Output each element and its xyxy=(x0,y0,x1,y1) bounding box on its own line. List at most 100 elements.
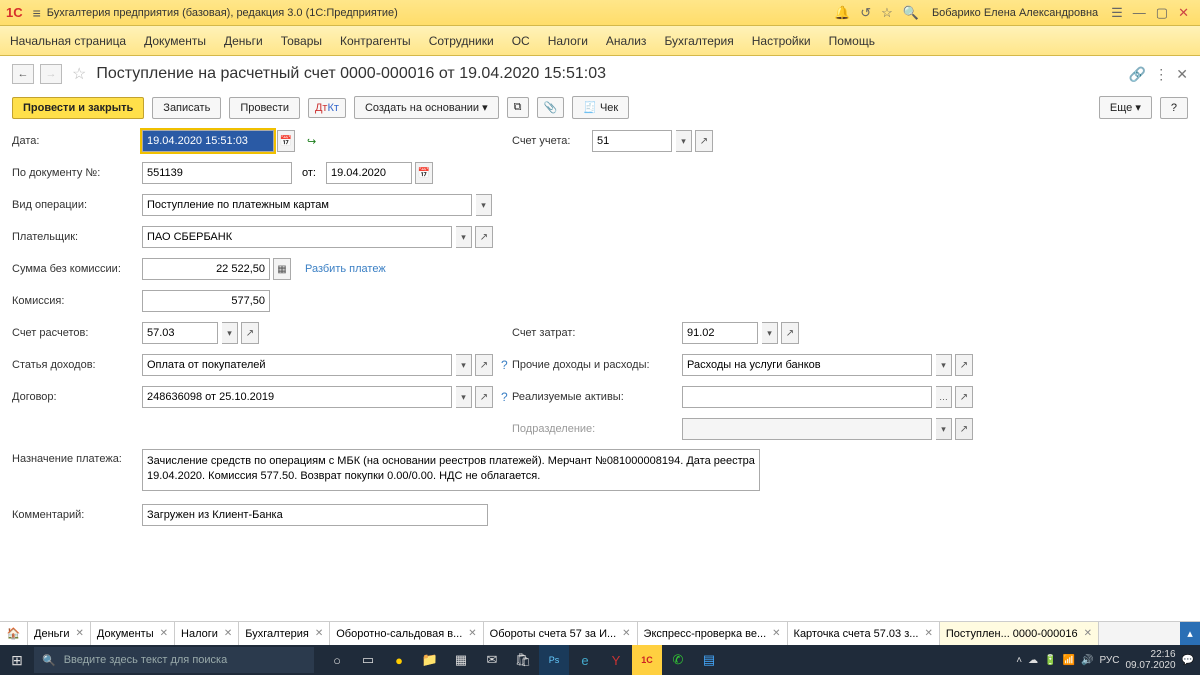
contract-dropdown-icon[interactable]: ▾ xyxy=(456,386,472,408)
commission-input[interactable] xyxy=(142,290,270,312)
help-button[interactable]: ? xyxy=(1160,97,1188,119)
cost-account-input[interactable] xyxy=(682,322,758,344)
calendar-icon[interactable]: 📅 xyxy=(277,130,295,152)
contract-input[interactable] xyxy=(142,386,452,408)
calc-account-open-icon[interactable]: ↗ xyxy=(241,322,259,344)
browser-icon[interactable]: Y xyxy=(601,645,631,675)
dtkt-button[interactable]: ДтКт xyxy=(308,98,346,118)
tray-notifications-icon[interactable]: 💬 xyxy=(1182,655,1194,666)
check-button[interactable]: 🧾 Чек xyxy=(572,96,629,119)
tab-close-icon[interactable]: ✕ xyxy=(924,628,932,639)
other-inc-exp-dropdown-icon[interactable]: ▾ xyxy=(936,354,952,376)
contract-open-icon[interactable]: ↗ xyxy=(475,386,493,408)
tab-close-icon[interactable]: ✕ xyxy=(772,628,780,639)
copy-icon-button[interactable]: ⧉ xyxy=(507,97,529,118)
cortana-icon[interactable]: ○ xyxy=(322,645,352,675)
tab-taxes[interactable]: Налоги✕ xyxy=(175,622,239,645)
tab-close-icon[interactable]: ✕ xyxy=(315,628,323,639)
calc-account-input[interactable] xyxy=(142,322,218,344)
tab-card[interactable]: Карточка счета 57.03 з...✕ xyxy=(788,622,940,645)
tray-clock[interactable]: 22:16 09.07.2020 xyxy=(1125,649,1175,671)
1c-icon[interactable]: 1С xyxy=(632,645,662,675)
whatsapp-icon[interactable]: ✆ xyxy=(663,645,693,675)
income-item-help-icon[interactable]: ? xyxy=(501,358,508,372)
close-doc-icon[interactable]: ✕ xyxy=(1176,66,1188,83)
more-button[interactable]: Еще ▾ xyxy=(1099,96,1152,119)
nav-forward-button[interactable]: → xyxy=(40,64,62,84)
menu-analysis[interactable]: Анализ xyxy=(606,34,647,48)
apply-icon[interactable]: ↪ xyxy=(307,135,316,148)
menu-employees[interactable]: Сотрудники xyxy=(429,34,494,48)
tab-documents[interactable]: Документы✕ xyxy=(91,622,175,645)
payer-input[interactable] xyxy=(142,226,452,248)
menu-documents[interactable]: Документы xyxy=(144,34,206,48)
nav-back-button[interactable]: ← xyxy=(12,64,34,84)
menu-taxes[interactable]: Налоги xyxy=(548,34,588,48)
income-item-dropdown-icon[interactable]: ▾ xyxy=(456,354,472,376)
close-icon[interactable]: ✕ xyxy=(1178,5,1189,21)
menu-goods[interactable]: Товары xyxy=(281,34,322,48)
mail-icon[interactable]: ✉ xyxy=(477,645,507,675)
tray-lang[interactable]: РУС xyxy=(1099,655,1119,666)
window-resize-icon[interactable]: ☰ xyxy=(1111,5,1123,21)
docnum-input[interactable] xyxy=(142,162,292,184)
menu-assets[interactable]: ОС xyxy=(512,34,530,48)
more-vert-icon[interactable]: ⋮ xyxy=(1154,66,1168,83)
tray-cloud-icon[interactable]: ☁ xyxy=(1028,655,1038,666)
account-dropdown-icon[interactable]: ▾ xyxy=(676,130,692,152)
payer-dropdown-icon[interactable]: ▾ xyxy=(456,226,472,248)
app-icon[interactable]: ▦ xyxy=(446,645,476,675)
start-button[interactable]: ⊞ xyxy=(0,645,34,675)
tabs-scroll-icon[interactable]: ▴ xyxy=(1180,622,1200,645)
taskbar-search[interactable]: 🔍 Введите здесь текст для поиска xyxy=(34,647,314,673)
realized-assets-open-icon[interactable]: ↗ xyxy=(955,386,973,408)
tab-money[interactable]: Деньги✕ xyxy=(28,622,91,645)
link-icon[interactable]: 🔗 xyxy=(1129,66,1146,83)
split-payment-link[interactable]: Разбить платеж xyxy=(305,263,386,275)
sum-input[interactable] xyxy=(142,258,270,280)
income-item-open-icon[interactable]: ↗ xyxy=(475,354,493,376)
tab-close-icon[interactable]: ✕ xyxy=(160,628,168,639)
menu-counterparties[interactable]: Контрагенты xyxy=(340,34,411,48)
payer-open-icon[interactable]: ↗ xyxy=(475,226,493,248)
tab-close-icon[interactable]: ✕ xyxy=(76,628,84,639)
yandex-icon[interactable]: ● xyxy=(384,645,414,675)
favorite-star-icon[interactable]: ☆ xyxy=(72,64,86,84)
menu-start[interactable]: Начальная страница xyxy=(10,34,126,48)
cost-account-open-icon[interactable]: ↗ xyxy=(781,322,799,344)
bell-icon[interactable]: 🔔 xyxy=(834,5,850,21)
date-input[interactable] xyxy=(142,130,274,152)
star-icon[interactable]: ☆ xyxy=(881,5,893,21)
photoshop-icon[interactable]: Ps xyxy=(539,645,569,675)
edge-icon[interactable]: e xyxy=(570,645,600,675)
menu-settings[interactable]: Настройки xyxy=(752,34,811,48)
burger-icon[interactable]: ≡ xyxy=(33,5,41,21)
account-input[interactable] xyxy=(592,130,672,152)
app2-icon[interactable]: ▤ xyxy=(694,645,724,675)
from-date-input[interactable] xyxy=(326,162,412,184)
post-and-close-button[interactable]: Провести и закрыть xyxy=(12,97,144,119)
account-open-icon[interactable]: ↗ xyxy=(695,130,713,152)
menu-accounting[interactable]: Бухгалтерия xyxy=(664,34,733,48)
tab-close-icon[interactable]: ✕ xyxy=(622,628,630,639)
other-inc-exp-input[interactable] xyxy=(682,354,932,376)
tab-express[interactable]: Экспресс-проверка ве...✕ xyxy=(638,622,788,645)
realized-assets-more-icon[interactable]: … xyxy=(936,386,952,408)
purpose-textarea[interactable]: Зачисление средств по операциям с МБК (н… xyxy=(142,449,760,491)
store-icon[interactable]: 🛍 xyxy=(508,645,538,675)
optype-dropdown-icon[interactable]: ▾ xyxy=(476,194,492,216)
history-icon[interactable]: ↺ xyxy=(860,5,871,21)
optype-input[interactable] xyxy=(142,194,472,216)
calc-account-dropdown-icon[interactable]: ▾ xyxy=(222,322,238,344)
tray-battery-icon[interactable]: 🔋 xyxy=(1044,655,1056,666)
tray-chevron-icon[interactable]: ˄ xyxy=(1016,655,1022,666)
tray-wifi-icon[interactable]: 📶 xyxy=(1063,655,1075,666)
explorer-icon[interactable]: 📁 xyxy=(415,645,445,675)
tab-turnover[interactable]: Обороты счета 57 за И...✕ xyxy=(484,622,638,645)
other-inc-exp-open-icon[interactable]: ↗ xyxy=(955,354,973,376)
menu-help[interactable]: Помощь xyxy=(829,34,875,48)
cost-account-dropdown-icon[interactable]: ▾ xyxy=(762,322,778,344)
post-button[interactable]: Провести xyxy=(229,97,300,119)
minimize-icon[interactable]: — xyxy=(1133,5,1146,20)
tray-volume-icon[interactable]: 🔊 xyxy=(1081,655,1093,666)
